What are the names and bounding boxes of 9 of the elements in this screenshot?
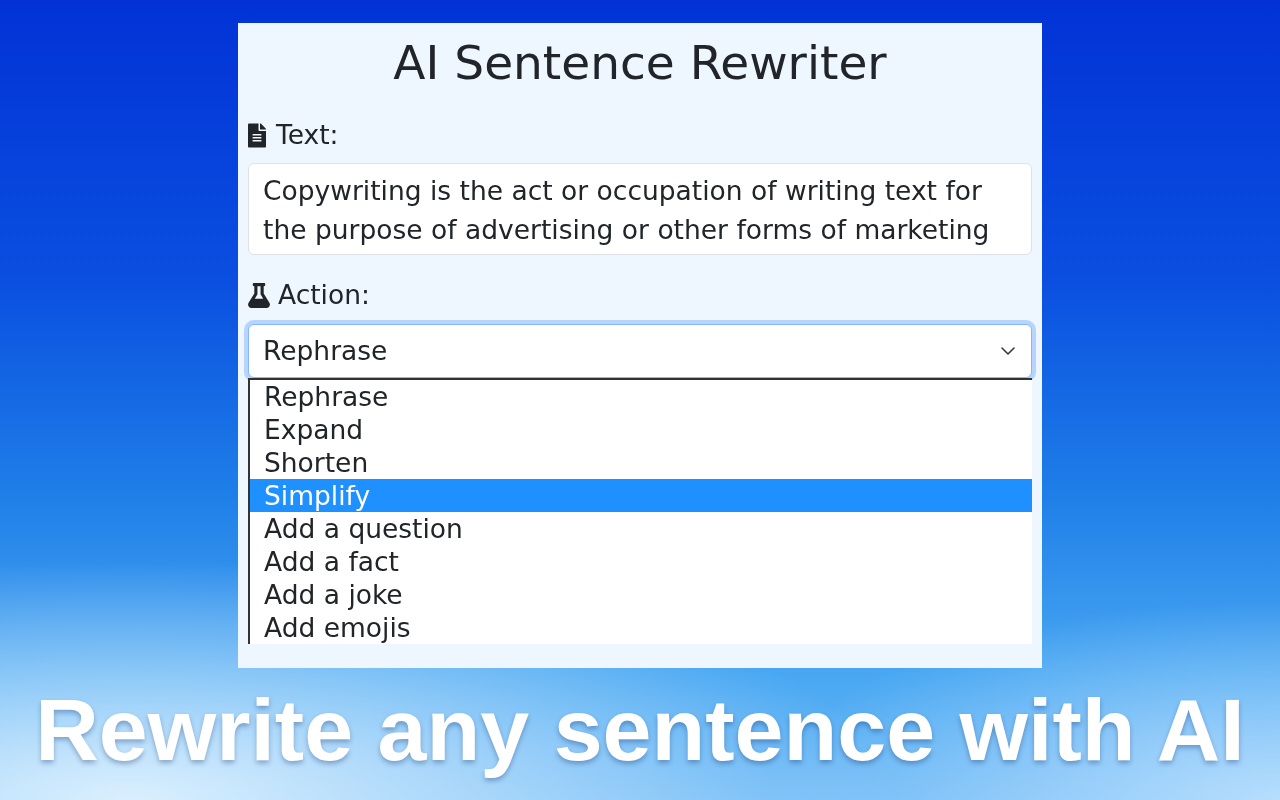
document-icon — [248, 122, 266, 148]
chevron-down-icon — [1001, 347, 1015, 355]
app-title: AI Sentence Rewriter — [393, 34, 887, 91]
headline: Rewrite any sentence with AI — [34, 680, 1246, 781]
action-label: Action: — [278, 278, 370, 312]
action-select[interactable]: Rephrase — [248, 324, 1032, 378]
flask-icon — [248, 282, 270, 308]
text-input[interactable]: Copywriting is the act or occupation of writing text for the purpose of advertising or other forms of marketing — [248, 163, 1032, 255]
text-label: Text: — [276, 118, 339, 152]
